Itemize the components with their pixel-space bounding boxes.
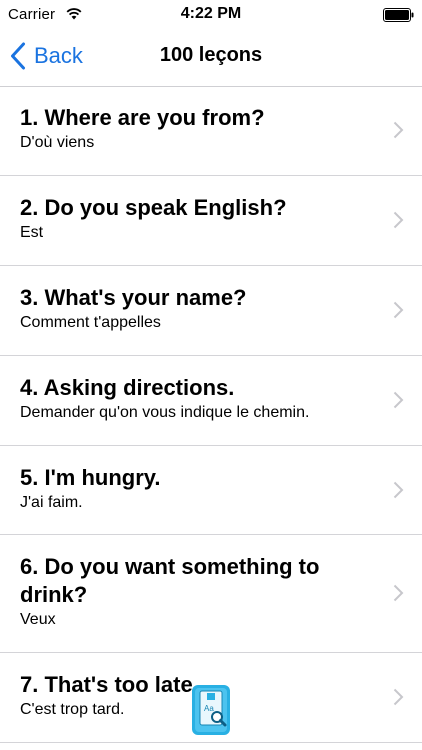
lesson-row-2[interactable]: 2. Do you speak English? Est — [0, 176, 422, 266]
page-title: 100 leçons — [159, 44, 263, 66]
lesson-row-5[interactable]: 5. I'm hungry. J'ai faim. — [0, 446, 422, 535]
chevron-right-icon — [393, 584, 404, 602]
chevron-right-icon — [393, 121, 404, 139]
chevron-right-icon — [393, 211, 404, 229]
lesson-row-4[interactable]: 4. Asking directions. Demander qu'on vou… — [0, 356, 422, 446]
chevron-right-icon — [393, 391, 404, 409]
navigation-bar: Back 100 leçons — [0, 30, 422, 87]
chevron-right-icon — [393, 481, 404, 499]
status-bar: Carrier 4:22 PM — [0, 0, 422, 30]
lesson-subtitle: Comment t'appelles — [20, 314, 161, 331]
chevron-right-icon — [393, 688, 404, 706]
clock-time: 4:22 PM — [180, 5, 242, 22]
dictionary-search-icon[interactable]: Aa — [191, 684, 231, 736]
lesson-title: 5. I'm hungry. — [20, 465, 161, 490]
lesson-row-6[interactable]: 6. Do you want something to drink? Veux — [0, 535, 422, 653]
lesson-title: 6. Do you want something to drink? — [20, 554, 320, 607]
chevron-right-icon — [393, 301, 404, 319]
lesson-list: 1. Where are you from? D'où viens 2. Do … — [0, 86, 422, 743]
battery-icon — [383, 8, 414, 22]
lesson-title: 3. What's your name? — [20, 285, 247, 310]
lesson-title: 2. Do you speak English? — [20, 195, 287, 220]
lesson-row-1[interactable]: 1. Where are you from? D'où viens — [0, 86, 422, 176]
lesson-subtitle: D'où viens — [20, 134, 95, 151]
lesson-subtitle: Est — [20, 224, 44, 241]
lesson-title: 1. Where are you from? — [20, 105, 265, 130]
lesson-subtitle: J'ai faim. — [20, 494, 83, 511]
lesson-subtitle: Veux — [20, 611, 56, 628]
lesson-title: 4. Asking directions. — [20, 375, 235, 400]
lesson-subtitle: Demander qu'on vous indique le chemin. — [20, 404, 310, 421]
dictionary-icon-glyph: Aa — [204, 704, 214, 713]
lesson-row-3[interactable]: 3. What's your name? Comment t'appelles — [0, 266, 422, 356]
